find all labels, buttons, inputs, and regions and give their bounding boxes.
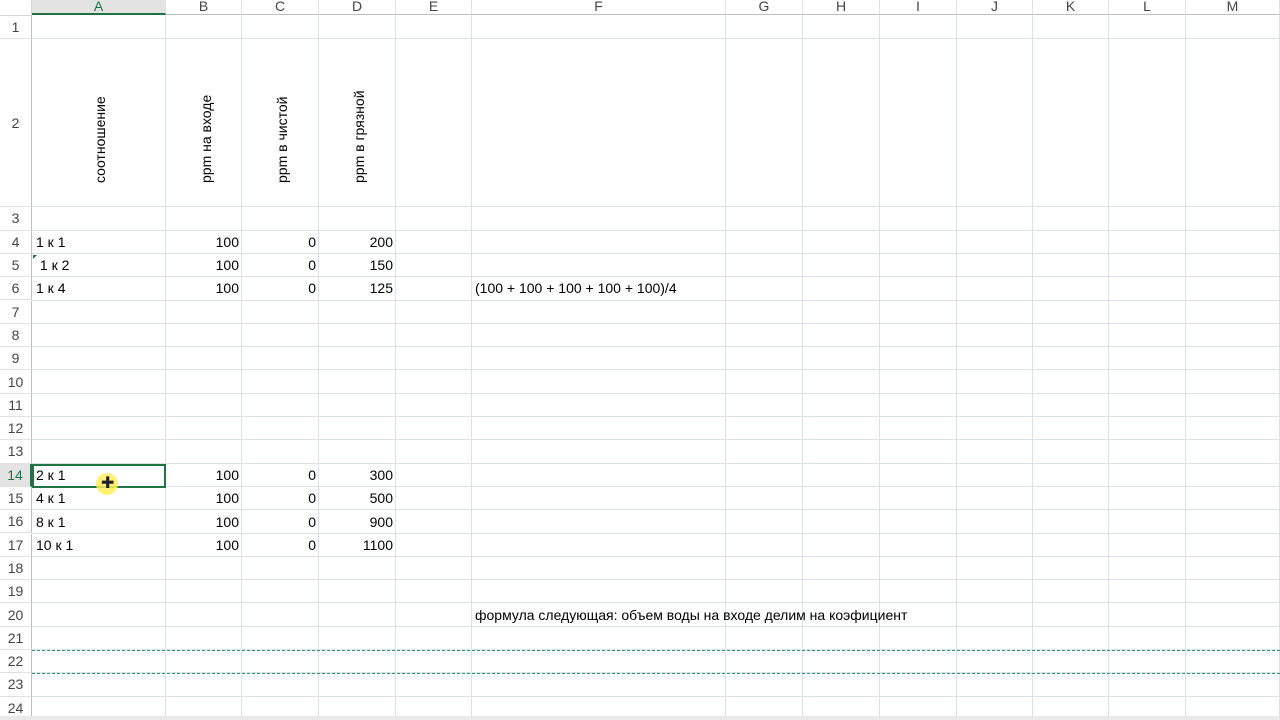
cell-d6[interactable]: 125 xyxy=(319,277,393,300)
row-header-9[interactable]: 9 xyxy=(0,347,32,371)
header-ppm-dirty[interactable]: ppm в грязной xyxy=(349,63,369,183)
header-ppm-clean[interactable]: ppm в чистой xyxy=(272,63,292,183)
row-header-3[interactable]: 3 xyxy=(0,207,32,231)
gridline-horizontal xyxy=(32,416,1280,417)
row-header-19[interactable]: 19 xyxy=(0,580,32,604)
cell-a16[interactable]: 8 к 1 xyxy=(36,511,65,534)
header-ratio[interactable]: соотношение xyxy=(90,63,110,183)
gridline-vertical xyxy=(318,15,319,720)
gridline-vertical xyxy=(956,15,957,720)
gridline-horizontal xyxy=(32,38,1280,39)
cell-c6[interactable]: 0 xyxy=(242,277,316,300)
header-ppm-input[interactable]: ppm на входе xyxy=(196,63,216,183)
cell-a17[interactable]: 10 к 1 xyxy=(36,534,73,557)
cell-d16[interactable]: 900 xyxy=(319,511,393,534)
cell-indicator-triangle xyxy=(33,255,37,259)
cell-a4[interactable]: 1 к 1 xyxy=(36,231,65,254)
gridline-vertical xyxy=(165,15,166,720)
row-header-4[interactable]: 4 xyxy=(0,230,32,254)
cell-b16[interactable]: 100 xyxy=(166,511,239,534)
column-header-m[interactable]: M xyxy=(1186,0,1280,15)
row-header-1[interactable]: 1 xyxy=(0,16,32,40)
gridline-vertical xyxy=(1185,15,1186,720)
column-header-a[interactable]: A xyxy=(32,0,166,15)
row-header-22[interactable]: 22 xyxy=(0,650,32,674)
cell-d5[interactable]: 150 xyxy=(319,254,393,277)
cell-b14[interactable]: 100 xyxy=(166,464,239,487)
row-header-18[interactable]: 18 xyxy=(0,556,32,581)
gridline-horizontal xyxy=(32,346,1280,347)
cell-b5[interactable]: 100 xyxy=(166,254,239,277)
gridline-horizontal xyxy=(32,206,1280,207)
cell-d15[interactable]: 500 xyxy=(319,487,393,510)
cell-d14[interactable]: 300 xyxy=(319,464,393,487)
gridline-horizontal xyxy=(32,439,1280,440)
cell-b6[interactable]: 100 xyxy=(166,277,239,300)
gridline-horizontal xyxy=(32,579,1280,580)
row-header-10[interactable]: 10 xyxy=(0,370,32,394)
gridline-horizontal xyxy=(32,696,1280,697)
column-header-c[interactable]: C xyxy=(242,0,319,15)
gridline-horizontal xyxy=(32,369,1280,370)
cell-d4[interactable]: 200 xyxy=(319,231,393,254)
column-header-i[interactable]: I xyxy=(880,0,957,15)
column-header-g[interactable]: G xyxy=(726,0,803,15)
row-header-13[interactable]: 13 xyxy=(0,440,32,464)
gridline-horizontal xyxy=(32,393,1280,394)
copy-marquee-top xyxy=(32,650,1280,651)
cell-c17[interactable]: 0 xyxy=(242,534,316,557)
row-header-23[interactable]: 23 xyxy=(0,673,32,697)
row-header-6[interactable]: 6 xyxy=(0,277,32,301)
row-header-16[interactable]: 16 xyxy=(0,510,32,534)
cell-b17[interactable]: 100 xyxy=(166,534,239,557)
cell-f20[interactable]: формула следующая: объем воды на входе д… xyxy=(475,604,907,627)
cell-f6[interactable]: (100 + 100 + 100 + 100 + 100)/4 xyxy=(475,277,677,300)
cell-c5[interactable]: 0 xyxy=(242,254,316,277)
spreadsheet[interactable]: ABCDEFGHIJKLM 1 2 3 4 5 6 7 8 9 10 11 12 13 14 15 16 17 1… xyxy=(0,0,1280,720)
gridline-vertical xyxy=(395,15,396,720)
gridline-vertical xyxy=(241,15,242,720)
gridline-horizontal xyxy=(32,323,1280,324)
row-header-5[interactable]: 5 xyxy=(0,253,32,278)
cell-c14[interactable]: 0 xyxy=(242,464,316,487)
row-header-8[interactable]: 8 xyxy=(0,323,32,348)
row-header-20[interactable]: 20 xyxy=(0,603,32,627)
cell-a5[interactable]: 1 к 2 xyxy=(36,254,70,277)
column-header-e[interactable]: E xyxy=(396,0,472,15)
row-header-14[interactable]: 14 xyxy=(0,463,32,487)
column-header-k[interactable]: K xyxy=(1033,0,1109,15)
select-all-corner[interactable] xyxy=(0,0,32,16)
cell-a6[interactable]: 1 к 4 xyxy=(36,277,65,300)
cell-select-plus-icon: ✚ xyxy=(101,475,115,492)
gridline-horizontal xyxy=(32,300,1280,301)
column-header-j[interactable]: J xyxy=(957,0,1033,15)
row-header-7[interactable]: 7 xyxy=(0,300,32,324)
row-header-17[interactable]: 17 xyxy=(0,533,32,557)
cell-d17[interactable]: 1100 xyxy=(319,534,393,557)
column-header-l[interactable]: L xyxy=(1109,0,1186,15)
row-header-12[interactable]: 12 xyxy=(0,417,32,441)
row-header-21[interactable]: 21 xyxy=(0,626,32,650)
column-header-b[interactable]: B xyxy=(166,0,242,15)
cell-b4[interactable]: 100 xyxy=(166,231,239,254)
row-header-15[interactable]: 15 xyxy=(0,486,32,511)
gridline-vertical xyxy=(1032,15,1033,720)
gridline-vertical xyxy=(471,15,472,720)
cell-c4[interactable]: 0 xyxy=(242,231,316,254)
horizontal-scrollbar[interactable] xyxy=(0,716,1280,720)
gridline-horizontal xyxy=(32,602,1280,603)
cell-c16[interactable]: 0 xyxy=(242,511,316,534)
cell-b15[interactable]: 100 xyxy=(166,487,239,510)
row-header-11[interactable]: 11 xyxy=(0,393,32,417)
cell-c15[interactable]: 0 xyxy=(242,487,316,510)
column-header-d[interactable]: D xyxy=(319,0,396,15)
column-header-f[interactable]: F xyxy=(472,0,726,15)
cell-a15[interactable]: 4 к 1 xyxy=(36,487,65,510)
row-header-2[interactable]: 2 xyxy=(0,39,32,208)
column-header-h[interactable]: H xyxy=(803,0,880,15)
copy-marquee-bottom xyxy=(32,673,1280,674)
gridline-vertical xyxy=(1108,15,1109,720)
